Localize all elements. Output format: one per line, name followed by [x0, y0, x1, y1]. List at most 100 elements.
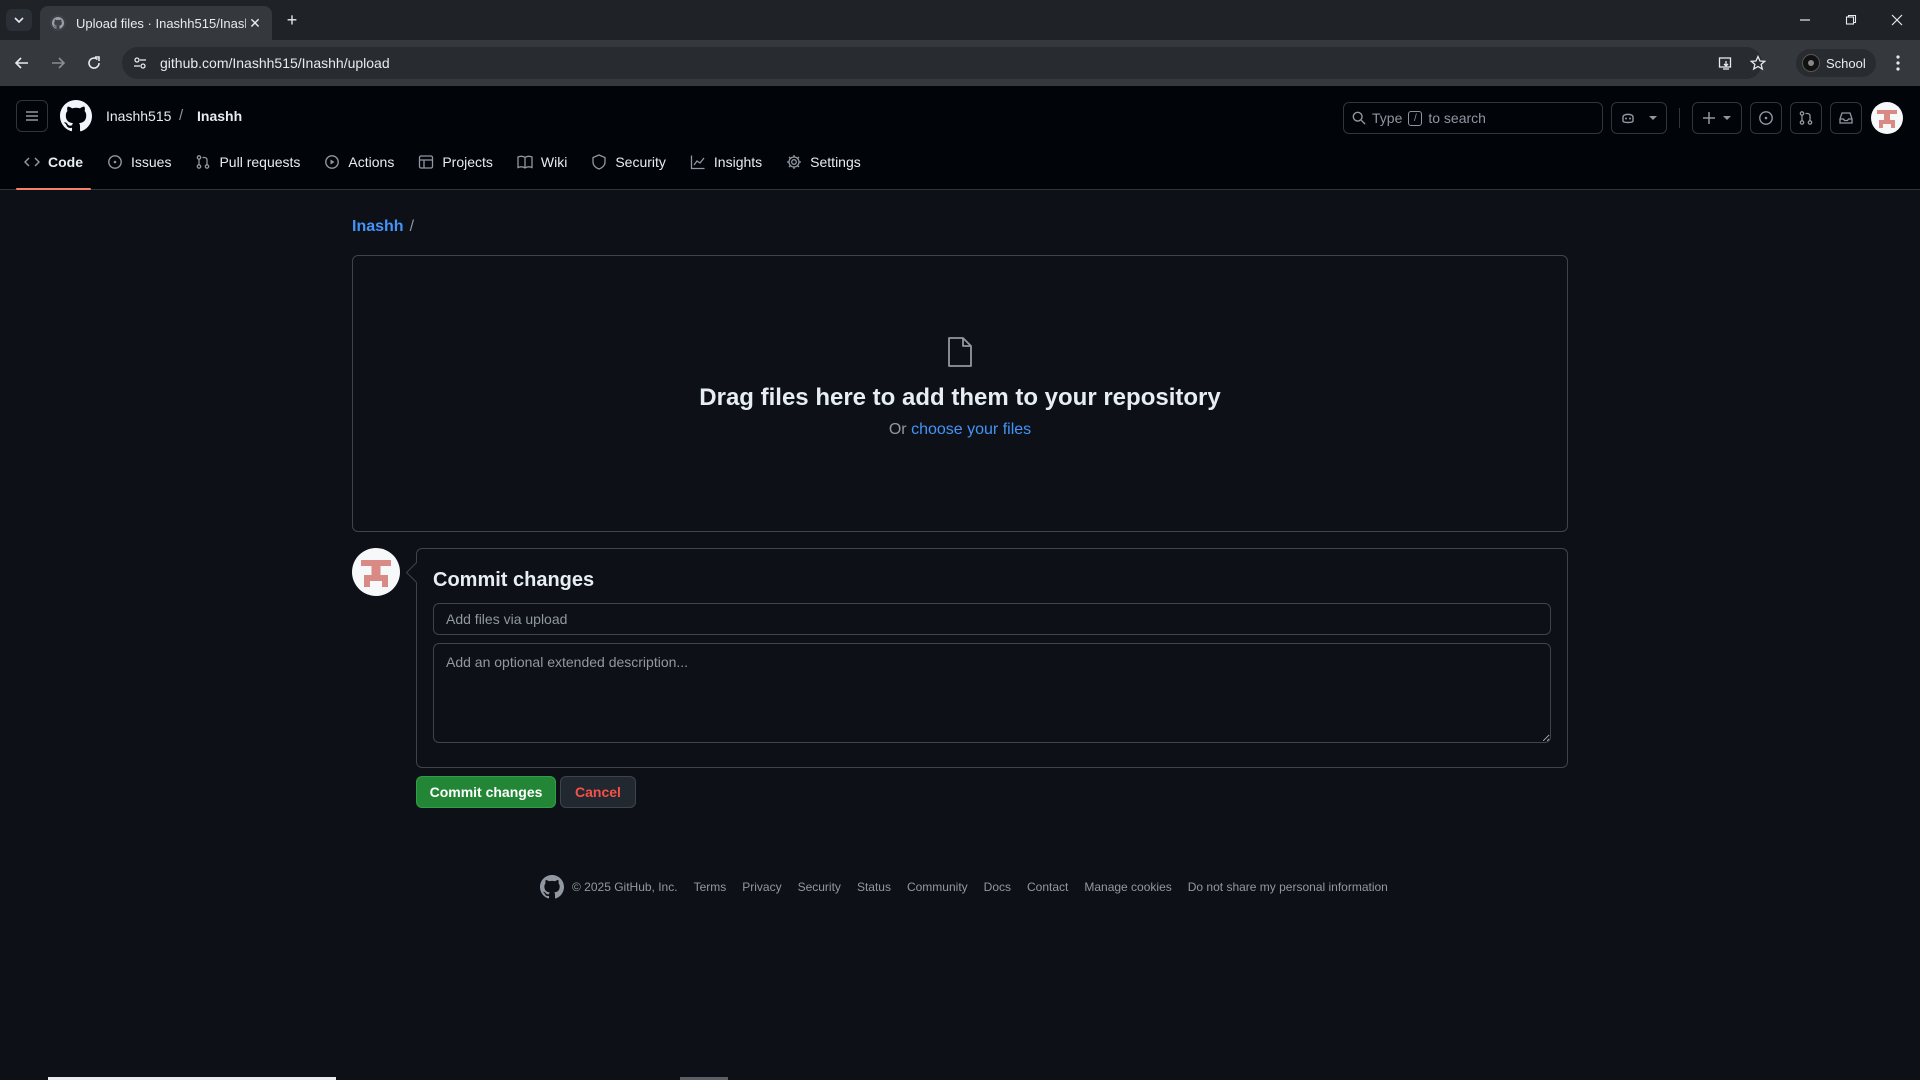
browser-tabstrip: Upload files · Inashh515/Inashh ✕ + [0, 0, 1920, 40]
commit-summary-input[interactable] [433, 603, 1551, 635]
reload-icon[interactable] [80, 49, 108, 77]
tab-settings-label: Settings [810, 154, 861, 170]
commit-description-textarea[interactable] [433, 643, 1551, 743]
breadcrumb-repo-link[interactable]: Inashh [352, 218, 404, 236]
chevron-down-icon [14, 17, 24, 24]
footer-link-manage-cookies[interactable]: Manage cookies [1084, 880, 1171, 894]
tab-close-icon[interactable]: ✕ [246, 14, 264, 32]
tab-actions[interactable]: Actions [316, 146, 402, 178]
tab-wiki-label: Wiki [540, 154, 568, 170]
commit-author-avatar [352, 548, 400, 596]
issue-icon [1759, 111, 1773, 125]
search-input[interactable]: Type / to search [1343, 102, 1603, 134]
restore-icon[interactable] [1828, 0, 1874, 40]
footer-link-privacy[interactable]: Privacy [742, 880, 781, 894]
address-bar[interactable]: github.com/Inashh515/Inashh/upload [122, 47, 1766, 79]
github-logo-icon[interactable] [540, 875, 564, 899]
pull-requests-button[interactable] [1790, 102, 1822, 134]
tab-settings[interactable]: Settings [778, 146, 869, 178]
github-logo-icon[interactable] [60, 100, 92, 132]
cancel-button[interactable]: Cancel [560, 776, 636, 808]
header-repo-link[interactable]: Inashh [197, 108, 242, 124]
header-owner-link[interactable]: Inashh515 [106, 108, 171, 124]
new-tab-button[interactable]: + [280, 9, 304, 31]
tab-projects-label: Projects [442, 154, 493, 170]
hamburger-menu-icon[interactable] [16, 100, 48, 132]
github-header: Inashh515 / Inashh Type / to search Code… [0, 86, 1920, 190]
tab-actions-label: Actions [348, 154, 395, 170]
footer-link-docs[interactable]: Docs [984, 880, 1011, 894]
tab-wiki[interactable]: Wiki [509, 146, 575, 178]
copilot-button[interactable] [1611, 102, 1667, 134]
chevron-down-icon [1723, 116, 1731, 120]
header-divider [1679, 108, 1680, 128]
tab-issues-label: Issues [131, 154, 172, 170]
browser-menu-icon[interactable] [1886, 49, 1910, 77]
search-icon [1352, 111, 1366, 125]
search-shortcut-key: / [1408, 110, 1423, 126]
copyright-text: © 2025 GitHub, Inc. [572, 880, 678, 894]
file-icon [948, 337, 972, 367]
table-icon [419, 155, 434, 169]
breadcrumb-slash: / [409, 218, 415, 235]
pull-request-icon [197, 155, 210, 169]
inbox-button[interactable] [1830, 102, 1862, 134]
code-icon [24, 157, 40, 167]
tab-insights-label: Insights [713, 154, 763, 170]
shield-icon [592, 154, 606, 170]
footer-link-community[interactable]: Community [907, 880, 968, 894]
file-drop-zone[interactable]: Drag files here to add them to your repo… [352, 255, 1568, 532]
dropzone-or-text: Or [888, 421, 907, 438]
create-new-button[interactable] [1692, 102, 1742, 134]
search-suffix: to search [1428, 110, 1486, 126]
graph-icon [690, 155, 705, 170]
gear-icon [787, 155, 802, 169]
tab-projects[interactable]: Projects [410, 146, 501, 178]
commit-changes-button[interactable]: Commit changes [416, 776, 556, 808]
choose-files-link[interactable]: choose your files [911, 421, 1031, 438]
profile-avatar-icon [1802, 54, 1820, 72]
github-favicon-icon [50, 15, 66, 31]
tab-code[interactable]: Code [16, 146, 91, 190]
profile-label: School [1826, 55, 1866, 71]
dropzone-title: Drag files here to add them to your repo… [699, 384, 1221, 411]
footer-link-security[interactable]: Security [798, 880, 841, 894]
footer-copyright: © 2025 GitHub, Inc. [540, 875, 678, 899]
browser-profile-button[interactable]: School [1796, 49, 1876, 77]
issues-button[interactable] [1750, 102, 1782, 134]
bookmark-star-icon[interactable] [1744, 47, 1772, 79]
commit-form: Commit changes [416, 548, 1568, 768]
footer-link-status[interactable]: Status [857, 880, 891, 894]
forward-arrow-icon[interactable] [44, 49, 72, 77]
copilot-icon [1622, 113, 1634, 124]
back-arrow-icon[interactable] [8, 49, 36, 77]
tab-code-label: Code [48, 154, 83, 170]
page-footer: © 2025 GitHub, Inc. Terms Privacy Securi… [540, 875, 1388, 899]
site-info-icon[interactable] [126, 49, 154, 77]
tab-security-label: Security [615, 154, 666, 170]
inbox-icon [1839, 112, 1853, 124]
minimize-icon[interactable] [1782, 0, 1828, 40]
plus-icon [1703, 112, 1715, 124]
user-avatar[interactable] [1871, 102, 1903, 134]
tab-insights[interactable]: Insights [682, 146, 770, 178]
tab-issues[interactable]: Issues [99, 146, 179, 178]
tab-title: Upload files · Inashh515/Inashh [76, 15, 246, 31]
footer-link-do-not-share[interactable]: Do not share my personal information [1188, 880, 1388, 894]
repo-nav: Code Issues Pull requests Actions Projec… [16, 134, 877, 190]
footer-link-contact[interactable]: Contact [1027, 880, 1068, 894]
install-app-icon[interactable] [1712, 47, 1740, 79]
commit-form-title: Commit changes [433, 569, 595, 591]
play-icon [325, 155, 340, 169]
window-close-icon[interactable] [1874, 0, 1920, 40]
book-icon [517, 155, 533, 169]
chevron-down-icon [1649, 116, 1657, 120]
footer-link-terms[interactable]: Terms [694, 880, 727, 894]
tab-pull-requests[interactable]: Pull requests [187, 146, 308, 178]
dropzone-subtitle: Or choose your files [353, 421, 1567, 439]
browser-tab-active[interactable]: Upload files · Inashh515/Inashh ✕ [40, 6, 272, 40]
tab-pull-requests-label: Pull requests [219, 154, 301, 170]
tab-search-button[interactable] [6, 9, 32, 31]
tab-security[interactable]: Security [583, 146, 674, 178]
url-text: github.com/Inashh515/Inashh/upload [160, 55, 390, 71]
